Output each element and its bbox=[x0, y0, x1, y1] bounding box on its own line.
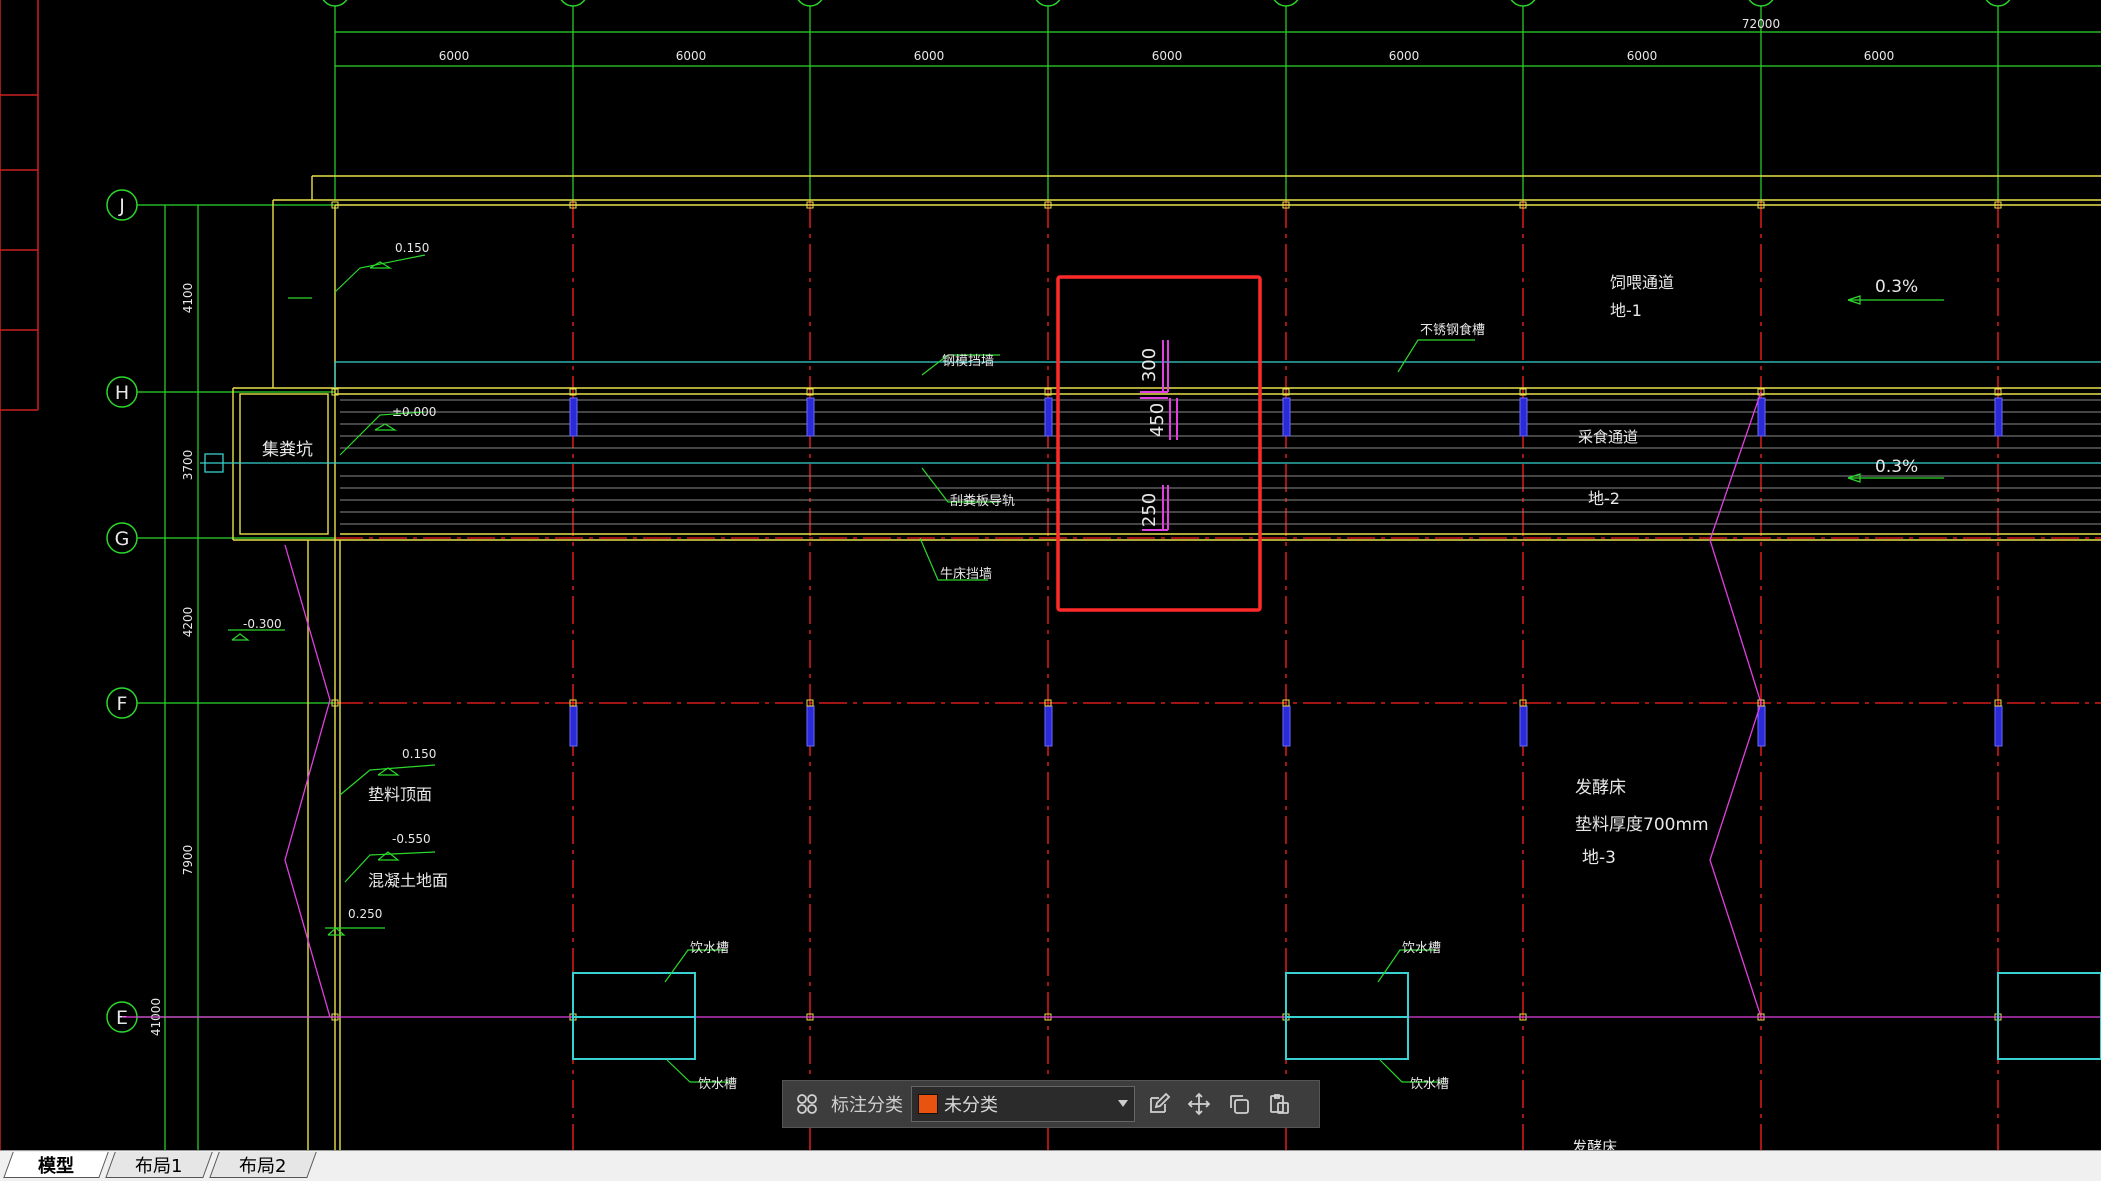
elev-0000: ±0.000 bbox=[392, 405, 436, 419]
tab-layout2[interactable]: 布局2 bbox=[209, 1152, 317, 1178]
chevron-down-icon bbox=[1118, 1100, 1128, 1107]
label-feed-aisle-code: 地-1 bbox=[1610, 301, 1642, 320]
elev-0150-a: 0.150 bbox=[395, 241, 429, 255]
annotation-category-label: 标注分类 bbox=[831, 1095, 903, 1116]
axis-g-label: G bbox=[115, 528, 130, 550]
elev-0150-b: 0.150 bbox=[402, 747, 436, 761]
label-feed-aisle-title: 饲喂通道 bbox=[1610, 273, 1674, 292]
label-water-trough-1: 饮水槽 bbox=[690, 941, 729, 956]
copy-icon[interactable] bbox=[1223, 1088, 1255, 1120]
label-steel-wall: 钢模挡墙 bbox=[942, 354, 994, 369]
label-slope-top: 0.3% bbox=[1875, 277, 1918, 297]
dim-left-4: 7900 bbox=[181, 845, 195, 876]
dim-left-3: 4200 bbox=[181, 607, 195, 638]
axis-e-label: E bbox=[116, 1007, 128, 1029]
dim-top-5: 6000 bbox=[1389, 49, 1420, 63]
label-water-trough-4: 饮水槽 bbox=[1410, 1077, 1449, 1092]
label-fermentation-bed: 发酵床 bbox=[1575, 778, 1626, 798]
dim-top-3: 6000 bbox=[914, 49, 945, 63]
label-bed-code: 地-3 bbox=[1582, 848, 1616, 868]
label-bedding-surface: 垫料顶面 bbox=[368, 785, 432, 804]
dim-left-2: 3700 bbox=[181, 450, 195, 481]
dim-top-6: 6000 bbox=[1627, 49, 1658, 63]
paste-icon[interactable] bbox=[1263, 1088, 1295, 1120]
label-fermentation-bed-2: 发酵床 bbox=[1572, 1138, 1617, 1150]
detail-dim-450: 450 bbox=[1147, 403, 1168, 437]
dim-top-1: 6000 bbox=[439, 49, 470, 63]
axis-f-label: F bbox=[117, 693, 128, 715]
label-water-trough-3: 饮水槽 bbox=[698, 1077, 737, 1092]
cad-drawing-canvas[interactable]: 6000 6000 6000 6000 6000 6000 6000 72000… bbox=[0, 0, 2101, 1150]
label-scraper-rail: 刮粪板导轨 bbox=[950, 494, 1015, 509]
annotation-category-select[interactable]: 未分类 bbox=[911, 1086, 1135, 1122]
dim-left-1: 4100 bbox=[181, 283, 195, 314]
dim-top-7: 6000 bbox=[1864, 49, 1895, 63]
label-bedding-thickness: 垫料厚度700mm bbox=[1575, 815, 1709, 835]
category-color-swatch bbox=[918, 1094, 938, 1114]
label-water-trough-2: 饮水槽 bbox=[1402, 941, 1441, 956]
elev-0250: 0.250 bbox=[348, 907, 382, 921]
dim-total: 72000 bbox=[1742, 17, 1780, 31]
tab-model[interactable]: 模型 bbox=[3, 1152, 109, 1178]
axis-j-label: J bbox=[118, 195, 125, 217]
label-stainless-trough: 不锈钢食槽 bbox=[1420, 322, 1485, 338]
category-grid-icon[interactable] bbox=[791, 1088, 823, 1120]
label-slope-mid: 0.3% bbox=[1875, 457, 1918, 477]
move-icon[interactable] bbox=[1183, 1088, 1215, 1120]
axis-h-label: H bbox=[115, 382, 129, 404]
label-collection-pit: 集粪坑 bbox=[262, 440, 313, 460]
edit-icon[interactable] bbox=[1143, 1088, 1175, 1120]
layout-tab-bar: 模型 布局1 布局2 bbox=[0, 1150, 2101, 1181]
elev-m0300: -0.300 bbox=[243, 617, 282, 631]
tab-layout1[interactable]: 布局1 bbox=[105, 1152, 213, 1178]
elev-m0550: -0.550 bbox=[392, 832, 431, 846]
dim-top-4: 6000 bbox=[1152, 49, 1183, 63]
detail-dim-300: 300 bbox=[1139, 348, 1160, 382]
annotation-toolbar: 标注分类 未分类 bbox=[782, 1080, 1320, 1128]
label-dung-aisle-title: 采食通道 bbox=[1578, 428, 1638, 446]
label-dung-aisle-code: 地-2 bbox=[1588, 489, 1620, 508]
label-cow-bed-wall: 牛床挡墙 bbox=[940, 567, 992, 582]
dim-top-2: 6000 bbox=[676, 49, 707, 63]
annotation-category-value: 未分类 bbox=[944, 1095, 998, 1116]
detail-dim-250: 250 bbox=[1139, 493, 1160, 527]
label-concrete-floor: 混凝土地面 bbox=[368, 871, 448, 890]
